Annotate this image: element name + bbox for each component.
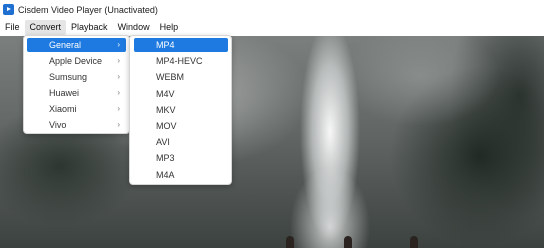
format-item-mkv[interactable]: MKV: [134, 103, 228, 117]
window-title: Cisdem Video Player (Unactivated): [18, 4, 158, 15]
convert-menu-item-vivo[interactable]: Vivo ›: [27, 118, 126, 132]
menu-convert[interactable]: Convert: [24, 20, 67, 35]
menu-file[interactable]: File: [0, 20, 25, 35]
chevron-right-icon: ›: [117, 88, 120, 97]
menu-item-label: Vivo: [49, 120, 67, 130]
menu-playback[interactable]: Playback: [66, 20, 113, 35]
convert-menu-item-xiaomi[interactable]: Xiaomi ›: [27, 102, 126, 116]
menu-help[interactable]: Help: [155, 20, 184, 35]
chevron-right-icon: ›: [117, 72, 120, 81]
video-frame-waterfall: [290, 36, 370, 248]
convert-dropdown-menu: General › Apple Device › Sumsung › Huawe…: [23, 35, 130, 134]
format-item-m4a[interactable]: M4A: [134, 168, 228, 182]
menu-item-label: M4A: [156, 170, 175, 180]
menu-item-label: MP4-HEVC: [156, 56, 203, 66]
convert-menu-item-general[interactable]: General ›: [27, 38, 126, 52]
menu-item-label: Xiaomi: [49, 104, 77, 114]
convert-menu-item-huawei[interactable]: Huawei ›: [27, 86, 126, 100]
convert-menu-item-apple-device[interactable]: Apple Device ›: [27, 54, 126, 68]
menu-item-label: WEBM: [156, 72, 184, 82]
menu-window[interactable]: Window: [113, 20, 155, 35]
menu-item-label: MKV: [156, 105, 176, 115]
format-item-mov[interactable]: MOV: [134, 119, 228, 133]
general-format-submenu: MP4 MP4-HEVC WEBM M4V MKV MOV AVI MP3 M4…: [129, 35, 232, 185]
format-item-avi[interactable]: AVI: [134, 135, 228, 149]
chevron-right-icon: ›: [117, 56, 120, 65]
menu-item-label: MP3: [156, 153, 175, 163]
menu-item-label: MP4: [156, 40, 175, 50]
menu-item-label: Apple Device: [49, 56, 103, 66]
chevron-right-icon: ›: [117, 120, 120, 129]
menu-item-label: Sumsung: [49, 72, 88, 82]
chevron-right-icon: ›: [117, 40, 120, 49]
menu-item-label: AVI: [156, 137, 170, 147]
format-item-m4v[interactable]: M4V: [134, 87, 228, 101]
format-item-mp4-hevc[interactable]: MP4-HEVC: [134, 54, 228, 68]
menu-item-label: Huawei: [49, 88, 80, 98]
title-bar: Cisdem Video Player (Unactivated): [0, 0, 544, 19]
menu-item-label: General: [49, 40, 82, 50]
format-item-webm[interactable]: WEBM: [134, 70, 228, 84]
app-logo-icon: [3, 4, 14, 15]
menu-bar: File Convert Playback Window Help: [0, 19, 544, 36]
video-frame-people: [280, 234, 430, 248]
convert-menu-item-sumsung[interactable]: Sumsung ›: [27, 70, 126, 84]
person-silhouette: [286, 236, 294, 248]
chevron-right-icon: ›: [117, 104, 120, 113]
format-item-mp4[interactable]: MP4: [134, 38, 228, 52]
menu-item-label: M4V: [156, 89, 175, 99]
person-silhouette: [344, 236, 352, 248]
person-silhouette: [410, 236, 418, 248]
menu-item-label: MOV: [156, 121, 177, 131]
format-item-mp3[interactable]: MP3: [134, 151, 228, 165]
